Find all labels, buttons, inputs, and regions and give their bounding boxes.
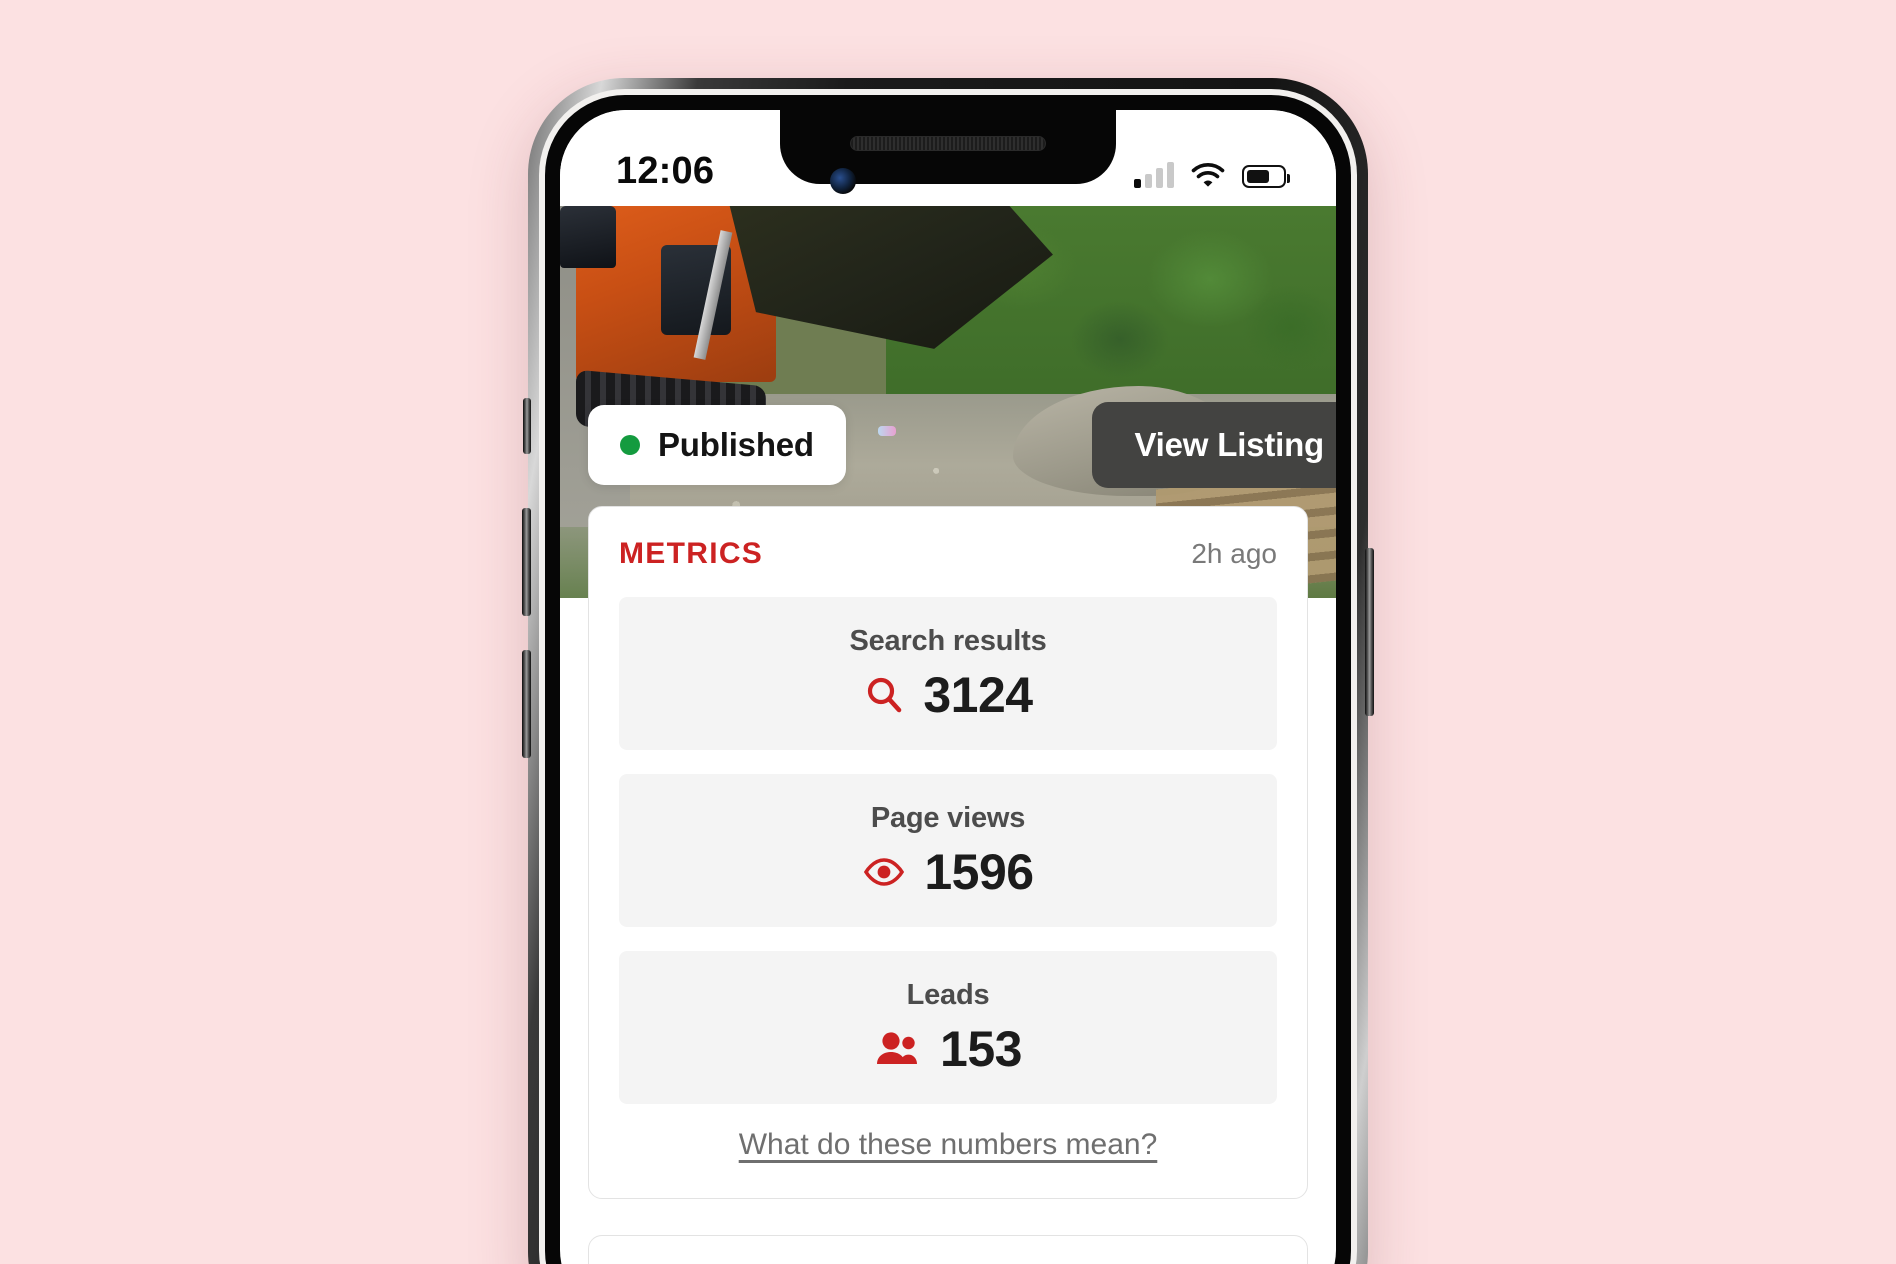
metrics-card: METRICS 2h ago Search results 3124 Page …	[588, 506, 1308, 1199]
view-listing-button[interactable]: View Listing	[1092, 402, 1336, 488]
status-bar-icons	[1134, 154, 1290, 188]
metric-page-views: Page views 1596	[619, 774, 1277, 927]
metric-row: 1596	[629, 847, 1267, 897]
metrics-card-timestamp: 2h ago	[1191, 538, 1277, 569]
earpiece-speaker-icon	[850, 136, 1046, 151]
front-camera-icon	[830, 168, 856, 194]
status-badge-label: Published	[658, 426, 814, 463]
metric-label: Search results	[849, 625, 1047, 657]
cellular-signal-icon	[1134, 162, 1174, 188]
mute-switch-button[interactable]	[523, 398, 531, 454]
hero-overlay-controls: Published View Listing	[560, 402, 1336, 488]
metric-value: 1596	[924, 844, 1034, 900]
volume-down-button[interactable]	[522, 650, 531, 758]
wifi-icon	[1191, 162, 1225, 188]
power-button[interactable]	[1365, 548, 1374, 716]
listing-content: METRICS 2h ago Search results 3124 Page …	[560, 506, 1336, 1264]
next-card-placeholder	[588, 1235, 1308, 1264]
metrics-card-header: METRICS 2h ago	[619, 537, 1277, 571]
metric-row: 3124	[629, 670, 1267, 720]
explain-metrics-link[interactable]: What do these numbers mean?	[619, 1128, 1277, 1162]
metric-leads: Leads 153	[619, 951, 1277, 1104]
search-icon	[863, 674, 905, 716]
status-bar-clock: 12:06	[616, 150, 715, 192]
metric-label: Leads	[906, 979, 990, 1011]
metric-value: 3124	[923, 667, 1033, 723]
metric-search-results: Search results 3124	[619, 597, 1277, 750]
status-badge[interactable]: Published	[588, 405, 846, 485]
phone-screen: 12:06 Published View Listing METRICS 2h …	[560, 110, 1336, 1264]
metric-value: 153	[940, 1021, 1022, 1077]
metric-row: 153	[629, 1024, 1267, 1074]
people-icon	[874, 1030, 922, 1068]
eye-icon	[862, 855, 906, 889]
metric-label: Page views	[870, 802, 1026, 834]
volume-up-button[interactable]	[522, 508, 531, 616]
status-dot-icon	[620, 435, 640, 455]
metrics-card-title: METRICS	[619, 537, 764, 570]
phone-device: 12:06 Published View Listing METRICS 2h …	[522, 78, 1374, 1264]
battery-icon	[1242, 165, 1290, 188]
